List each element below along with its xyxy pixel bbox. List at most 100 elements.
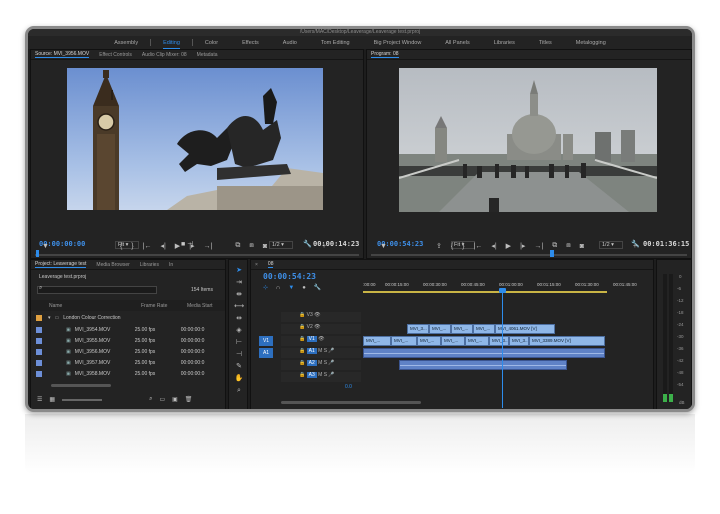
tab-metadata[interactable]: Metadata (197, 52, 218, 58)
project-folder-row[interactable]: ▾ ▭ London Colour Correction (31, 312, 225, 323)
in-point-icon[interactable]: { (120, 243, 122, 250)
folder-toggle-icon[interactable]: ▾ (48, 315, 51, 321)
column-name[interactable]: Name (49, 303, 141, 309)
eye-icon[interactable]: 👁 (314, 312, 320, 318)
time-ruler[interactable]: :00:00 00:00:15:00 00:00:30:00 00:00:45:… (363, 278, 653, 294)
tab-libraries[interactable]: Libraries (140, 262, 159, 268)
timeline-playhead[interactable] (502, 290, 503, 408)
track-a3-header[interactable]: 🔒 A3 M S 🎤 (281, 372, 361, 382)
lock-icon[interactable]: 🔒 (299, 348, 305, 354)
tab-info[interactable]: In (169, 262, 173, 268)
tab-project[interactable]: Project: Leaverage test (35, 261, 87, 268)
list-item[interactable]: ▣ MVI_3955.MOV 25.00 fps 00:00:00:0 (31, 335, 225, 346)
program-scrubber[interactable] (371, 254, 687, 256)
source-playhead[interactable] (36, 250, 39, 257)
timeline-hscroll[interactable] (281, 401, 421, 404)
lift-icon[interactable]: ⇪ (436, 242, 442, 250)
play-icon[interactable]: ▶ (506, 242, 511, 250)
timeline-playhead-handle[interactable] (499, 288, 506, 293)
export-frame-icon[interactable]: ◙ (580, 243, 584, 250)
track-v2-header[interactable]: 🔒 V2 👁 (281, 324, 361, 334)
add-marker-icon[interactable]: ▼ (288, 285, 294, 291)
source-patch-v1[interactable]: V1 (259, 336, 273, 346)
eye-icon[interactable]: 👁 (318, 336, 324, 342)
column-media-start[interactable]: Media Start (187, 303, 213, 309)
tab-sequence[interactable]: 08 (267, 261, 274, 268)
clip-v1[interactable]: MVI_3... (489, 336, 509, 346)
column-frame-rate[interactable]: Frame Rate (141, 303, 187, 309)
tab-audio-clip-mixer[interactable]: Audio Clip Mixer: 08 (142, 52, 187, 58)
clip-v1[interactable]: MVI_... (441, 336, 465, 346)
tab-program[interactable]: Program: 08 (371, 51, 399, 58)
lock-icon[interactable]: 🔒 (299, 360, 305, 366)
workspace-tom-editing[interactable]: Tom Editing (309, 40, 362, 46)
zoom-slider[interactable] (62, 398, 103, 401)
workspace-libraries[interactable]: Libraries (482, 40, 527, 46)
tab-effect-controls[interactable]: Effect Controls (99, 52, 132, 58)
ripple-edit-icon[interactable]: ⇼ (234, 290, 244, 300)
rate-stretch-icon[interactable]: ⇹ (234, 314, 244, 324)
clip-v1[interactable]: MVI_... (363, 336, 391, 346)
clip-v1[interactable]: MVI_3... (509, 336, 529, 346)
add-button-icon[interactable]: + (322, 243, 326, 250)
marker-icon[interactable]: ● (302, 285, 306, 291)
go-to-out-icon[interactable]: →| (204, 243, 213, 250)
work-area-bar[interactable] (363, 291, 607, 293)
lock-icon[interactable]: 🔒 (299, 324, 305, 330)
go-to-in-icon[interactable]: |← (474, 243, 483, 250)
lock-icon[interactable]: 🔒 (299, 372, 305, 378)
overwrite-icon[interactable]: ⧈ (249, 242, 253, 250)
master-volume[interactable]: 0.0 (345, 384, 352, 390)
workspace-color[interactable]: Color (193, 40, 230, 46)
source-scrubber[interactable] (35, 254, 359, 256)
workspace-all-panels[interactable]: All Panels (433, 40, 481, 46)
selection-tool-icon[interactable]: ➤ (234, 266, 244, 276)
insert-icon[interactable]: ⧉ (235, 242, 240, 250)
tab-source[interactable]: Source: MVI_3956.MOV (35, 51, 90, 58)
out-point-icon[interactable]: } (131, 243, 133, 250)
in-point-icon[interactable]: { (451, 243, 453, 250)
step-forward-icon[interactable]: |▸ (189, 242, 194, 250)
clip-v2[interactable]: MVI_... (429, 324, 451, 334)
mark-in-icon[interactable]: ▼ (380, 243, 387, 250)
out-point-icon[interactable]: } (462, 243, 464, 250)
clip-v2[interactable]: MVI_... (473, 324, 495, 334)
timeline-timecode[interactable]: 00:00:54:23 (263, 272, 316, 281)
search-icon[interactable]: ⌕ (149, 396, 152, 403)
clip-v1[interactable]: MVI_3389.MOV [V] (529, 336, 605, 346)
workspace-titles[interactable]: Titles (527, 40, 564, 46)
project-scrollbar[interactable] (51, 384, 111, 387)
step-back-icon[interactable]: ◂| (491, 242, 496, 250)
audio-clip[interactable] (399, 360, 567, 370)
slide-icon[interactable]: ⊣ (234, 350, 244, 360)
workspace-effects[interactable]: Effects (230, 40, 271, 46)
trash-icon[interactable]: 🗑 (185, 396, 193, 403)
step-forward-icon[interactable]: |▸ (520, 242, 525, 250)
go-to-in-icon[interactable]: |← (143, 243, 152, 250)
step-back-icon[interactable]: ◂| (160, 242, 165, 250)
program-playhead[interactable] (550, 250, 554, 257)
clip-v1[interactable]: MVI_... (465, 336, 489, 346)
workspace-editing[interactable]: Editing (151, 40, 192, 49)
lock-icon[interactable]: 🔒 (299, 336, 305, 342)
export-frame-icon[interactable]: ◙ (263, 243, 267, 250)
clip-v1[interactable]: MVI_... (417, 336, 441, 346)
pen-icon[interactable]: ✎ (234, 362, 244, 372)
clip-v1[interactable]: MVI_... (391, 336, 417, 346)
list-view-icon[interactable]: ☰ (37, 396, 42, 403)
workspace-audio[interactable]: Audio (271, 40, 309, 46)
list-item[interactable]: ▣ MVI_3954.MOV 25.00 fps 00:00:00:0 (31, 324, 225, 335)
project-search-input[interactable] (37, 286, 157, 294)
lock-icon[interactable]: 🔒 (299, 312, 305, 318)
razor-icon[interactable]: ◈ (234, 326, 244, 336)
track-select-icon[interactable]: ⇥ (234, 278, 244, 288)
eye-icon[interactable]: 👁 (314, 324, 320, 330)
new-item-icon[interactable]: ▣ (172, 396, 178, 403)
icon-view-icon[interactable]: ▦ (49, 396, 55, 403)
clip-v2[interactable]: MVI_3... (407, 324, 429, 334)
play-icon[interactable]: ▶ (175, 242, 180, 250)
source-patch-a1[interactable]: A1 (259, 348, 273, 358)
new-bin-icon[interactable]: ▭ (159, 396, 165, 403)
clip-v2[interactable]: MVI_4061.MOV [V] (495, 324, 555, 334)
audio-clip[interactable] (363, 348, 605, 358)
